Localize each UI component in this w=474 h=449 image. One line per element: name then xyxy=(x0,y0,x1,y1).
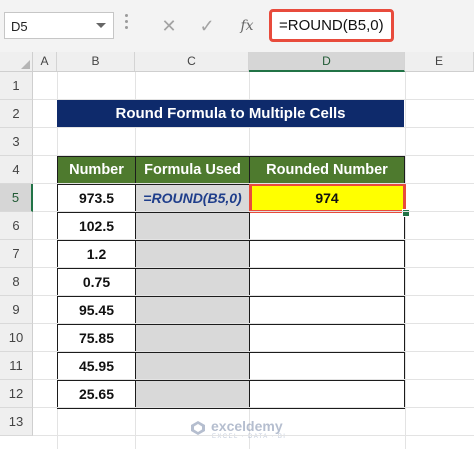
header-number[interactable]: Number xyxy=(57,156,136,184)
cell-formula[interactable] xyxy=(135,212,250,241)
gridline xyxy=(33,351,474,352)
row-header-8[interactable]: 8 xyxy=(0,268,33,296)
gridline xyxy=(33,155,474,156)
sheet-title[interactable]: Round Formula to Multiple Cells xyxy=(57,99,404,128)
cell-formula[interactable] xyxy=(135,296,250,325)
cell-rounded[interactable] xyxy=(249,296,405,325)
cell-rounded[interactable] xyxy=(249,240,405,269)
cell-formula[interactable] xyxy=(135,352,250,381)
gridline xyxy=(405,72,406,449)
cell-number[interactable]: 45.95 xyxy=(57,352,136,381)
cell-formula[interactable] xyxy=(135,380,250,409)
active-cell-selection xyxy=(249,183,406,213)
cancel-icon[interactable]: ✕ xyxy=(154,12,184,40)
header-formula-used[interactable]: Formula Used xyxy=(135,156,250,184)
gridline xyxy=(33,127,474,128)
formula-bar-area: D5 ✕ ✓ fx =ROUND(B5,0) xyxy=(0,0,474,52)
cell-number[interactable]: 0.75 xyxy=(57,268,136,297)
column-header-e[interactable]: E xyxy=(405,52,474,71)
cell-number[interactable]: 95.45 xyxy=(57,296,136,325)
column-header-c[interactable]: C xyxy=(135,52,249,71)
column-header-d[interactable]: D xyxy=(249,52,405,72)
cell-formula[interactable]: =ROUND(B5,0) xyxy=(135,184,250,213)
cell-formula[interactable] xyxy=(135,268,250,297)
column-header-b[interactable]: B xyxy=(57,52,135,71)
cell-rounded[interactable] xyxy=(249,380,405,409)
gridline xyxy=(33,239,474,240)
row-header-7[interactable]: 7 xyxy=(0,240,33,268)
row-header-2[interactable]: 2 xyxy=(0,100,33,128)
cell-number[interactable]: 973.5 xyxy=(57,184,136,213)
row-header-1[interactable]: 1 xyxy=(0,72,33,100)
gridline xyxy=(33,99,474,100)
cell-rounded[interactable] xyxy=(249,212,405,241)
header-rounded-number[interactable]: Rounded Number xyxy=(249,156,405,184)
cell-number[interactable]: 75.85 xyxy=(57,324,136,353)
cell-number[interactable]: 25.65 xyxy=(57,380,136,409)
row-header-4[interactable]: 4 xyxy=(0,156,33,184)
gridline xyxy=(33,435,474,436)
chevron-down-icon[interactable] xyxy=(96,23,106,28)
gridline xyxy=(33,407,474,408)
cell-number[interactable]: 102.5 xyxy=(57,212,136,241)
gridline xyxy=(33,323,474,324)
gridline xyxy=(33,379,474,380)
row-header-11[interactable]: 11 xyxy=(0,352,33,380)
cell-rounded[interactable] xyxy=(249,324,405,353)
check-icon[interactable]: ✓ xyxy=(192,12,222,40)
row-header-13[interactable]: 13 xyxy=(0,408,33,436)
formula-input[interactable]: =ROUND(B5,0) xyxy=(269,9,394,42)
cell-formula[interactable] xyxy=(135,324,250,353)
cell-rounded[interactable] xyxy=(249,352,405,381)
select-all-button[interactable] xyxy=(0,52,33,71)
row-header-5[interactable]: 5 xyxy=(0,184,33,212)
insert-function-button[interactable]: fx xyxy=(232,12,262,40)
row-header-9[interactable]: 9 xyxy=(0,296,33,324)
gridline xyxy=(33,267,474,268)
row-header-6[interactable]: 6 xyxy=(0,212,33,240)
gridline xyxy=(33,183,474,184)
row-header-3[interactable]: 3 xyxy=(0,128,33,156)
drag-handle-icon[interactable] xyxy=(125,14,129,36)
column-header-row: ABCDE xyxy=(0,52,474,72)
cell-formula[interactable] xyxy=(135,240,250,269)
gridline xyxy=(33,211,474,212)
row-header-12[interactable]: 12 xyxy=(0,380,33,408)
name-box[interactable]: D5 xyxy=(4,12,114,39)
formula-text: =ROUND(B5,0) xyxy=(279,17,384,34)
column-header-a[interactable]: A xyxy=(33,52,57,71)
row-header-10[interactable]: 10 xyxy=(0,324,33,352)
cell-number[interactable]: 1.2 xyxy=(57,240,136,269)
watermark-name: exceldemy xyxy=(211,418,283,434)
cell-rounded[interactable] xyxy=(249,268,405,297)
name-box-value: D5 xyxy=(11,19,28,34)
gridline xyxy=(33,295,474,296)
exceldemy-logo-icon xyxy=(191,421,205,435)
